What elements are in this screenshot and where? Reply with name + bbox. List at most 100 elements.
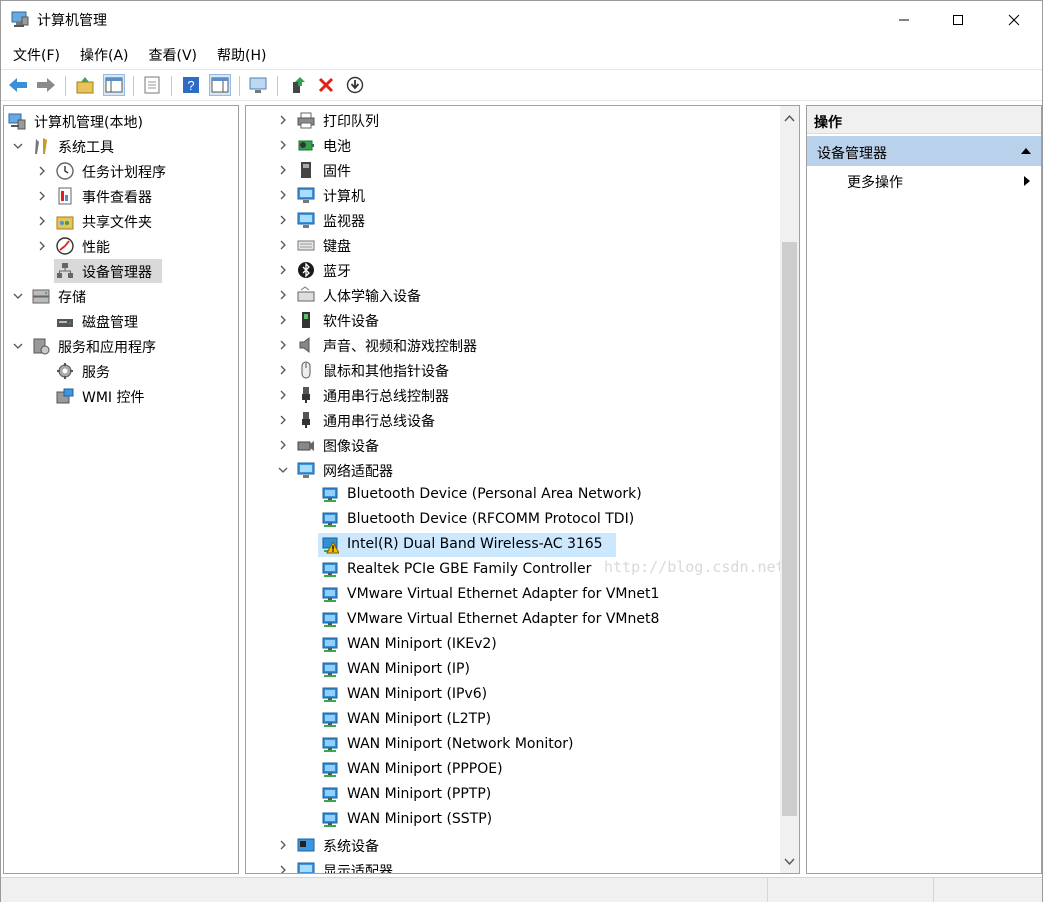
device-tree-item[interactable]: WAN Miniport (PPPOE) xyxy=(246,758,780,782)
device-tree-item[interactable]: 软件设备 xyxy=(246,308,780,332)
tree-expander-icon[interactable] xyxy=(277,464,289,476)
close-button[interactable] xyxy=(986,1,1042,39)
device-tree-item[interactable]: 系统设备 xyxy=(246,833,780,857)
scrollbar-thumb[interactable] xyxy=(782,242,797,816)
tree-expander-icon[interactable] xyxy=(277,239,289,251)
tree-expander-icon[interactable] xyxy=(277,414,289,426)
device-tree-item[interactable]: VMware Virtual Ethernet Adapter for VMne… xyxy=(246,583,780,607)
minimize-button[interactable] xyxy=(876,1,932,39)
tree-expander-icon[interactable] xyxy=(277,114,289,126)
disable-device-button[interactable] xyxy=(344,74,366,96)
tree-expander-icon[interactable] xyxy=(277,439,289,451)
tree-expander-icon[interactable] xyxy=(277,189,289,201)
tree-expander-icon[interactable] xyxy=(277,339,289,351)
tree-expander-icon[interactable] xyxy=(277,289,289,301)
tree-item[interactable]: 事件查看器 xyxy=(4,184,238,208)
device-tree-item[interactable]: Intel(R) Dual Band Wireless-AC 3165 xyxy=(246,533,780,557)
scroll-down-icon[interactable] xyxy=(784,858,795,866)
wmi-icon xyxy=(56,388,74,404)
actions-section-label: 设备管理器 xyxy=(817,146,887,162)
maximize-button[interactable] xyxy=(930,1,986,39)
tree-expander-icon[interactable] xyxy=(277,164,289,176)
watermark: http://blog.csdn.net/chenlu5201314 xyxy=(604,558,799,576)
device-tree-item[interactable]: Bluetooth Device (RFCOMM Protocol TDI) xyxy=(246,508,780,532)
tree-expander-icon[interactable] xyxy=(277,864,289,874)
tree-item-label: WMI 控件 xyxy=(82,390,145,406)
tree-expander-icon[interactable] xyxy=(277,314,289,326)
scroll-up-icon[interactable] xyxy=(784,114,795,122)
device-tree-item[interactable]: VMware Virtual Ethernet Adapter for VMne… xyxy=(246,608,780,632)
forward-button[interactable] xyxy=(35,74,57,96)
network-adapter-icon xyxy=(322,612,338,627)
tree-expander-icon[interactable] xyxy=(12,140,24,152)
tree-item[interactable]: WMI 控件 xyxy=(4,384,238,408)
tree-expander-icon[interactable] xyxy=(277,839,289,851)
device-label: 鼠标和其他指针设备 xyxy=(323,364,449,380)
device-tree-item[interactable]: 人体学输入设备 xyxy=(246,283,780,307)
device-tree-item[interactable]: WAN Miniport (Network Monitor) xyxy=(246,733,780,757)
tree-item[interactable]: 服务和应用程序 xyxy=(4,334,238,358)
tree-expander-icon[interactable] xyxy=(277,389,289,401)
device-tree-item[interactable]: Bluetooth Device (Personal Area Network) xyxy=(246,483,780,507)
uninstall-device-button[interactable] xyxy=(315,74,337,96)
device-label: 人体学输入设备 xyxy=(323,289,421,305)
tree-expander-icon[interactable] xyxy=(12,340,24,352)
device-tree-item[interactable]: WAN Miniport (PPTP) xyxy=(246,783,780,807)
tree-expander-icon[interactable] xyxy=(277,139,289,151)
device-tree-item[interactable]: 计算机 xyxy=(246,183,780,207)
tree-expander-icon[interactable] xyxy=(36,240,48,252)
menu-action[interactable]: 操作(A) xyxy=(80,41,129,67)
forward-arrow-icon xyxy=(37,78,55,92)
device-tree-item[interactable]: 通用串行总线设备 xyxy=(246,408,780,432)
more-actions-item[interactable]: 更多操作 xyxy=(847,172,903,192)
device-tree-item[interactable]: 蓝牙 xyxy=(246,258,780,282)
tree-item[interactable]: 设备管理器 xyxy=(4,259,238,283)
tree-expander-icon[interactable] xyxy=(277,264,289,276)
device-tree-item[interactable]: WAN Miniport (L2TP) xyxy=(246,708,780,732)
show-hide-tree-button[interactable] xyxy=(103,74,125,96)
tree-item[interactable]: 磁盘管理 xyxy=(4,309,238,333)
menu-file[interactable]: 文件(F) xyxy=(13,41,60,67)
tree-expander-icon[interactable] xyxy=(12,290,24,302)
device-tree-item[interactable]: 网络适配器 xyxy=(246,458,780,482)
device-tree-item[interactable]: 声音、视频和游戏控制器 xyxy=(246,333,780,357)
device-tree-item[interactable]: 固件 xyxy=(246,158,780,182)
tree-item[interactable]: 共享文件夹 xyxy=(4,209,238,233)
device-tree-item[interactable]: WAN Miniport (IP) xyxy=(246,658,780,682)
device-tree-item[interactable]: 监视器 xyxy=(246,208,780,232)
tree-item[interactable]: 存储 xyxy=(4,284,238,308)
tree-expander-icon[interactable] xyxy=(277,214,289,226)
device-tree-item[interactable]: WAN Miniport (IPv6) xyxy=(246,683,780,707)
menu-view[interactable]: 查看(V) xyxy=(149,41,198,67)
tree-expander-icon[interactable] xyxy=(277,364,289,376)
tree-item[interactable]: 性能 xyxy=(4,234,238,258)
help-button[interactable]: ? xyxy=(180,74,202,96)
tree-expander-icon[interactable] xyxy=(36,165,48,177)
tree-expander-icon[interactable] xyxy=(36,190,48,202)
device-label: 蓝牙 xyxy=(323,264,351,280)
device-tree-item[interactable]: 打印队列 xyxy=(246,108,780,132)
scan-hardware-button[interactable] xyxy=(247,74,269,96)
tree-item[interactable]: 服务 xyxy=(4,359,238,383)
update-driver-button[interactable] xyxy=(287,74,309,96)
tree-item[interactable]: 系统工具 xyxy=(4,134,238,158)
export-list-button[interactable] xyxy=(141,74,163,96)
device-tree-item[interactable]: 通用串行总线控制器 xyxy=(246,383,780,407)
device-tree-item[interactable]: 鼠标和其他指针设备 xyxy=(246,358,780,382)
tree-item-label: 存储 xyxy=(58,290,86,306)
vertical-scrollbar[interactable] xyxy=(780,106,799,873)
menu-help[interactable]: 帮助(H) xyxy=(217,41,266,67)
up-level-button[interactable] xyxy=(74,74,96,96)
device-tree-item[interactable]: WAN Miniport (IKEv2) xyxy=(246,633,780,657)
device-tree-item[interactable]: 键盘 xyxy=(246,233,780,257)
device-tree-item[interactable]: WAN Miniport (SSTP) xyxy=(246,808,780,832)
device-tree-item[interactable]: 电池 xyxy=(246,133,780,157)
tree-item[interactable]: 任务计划程序 xyxy=(4,159,238,183)
device-tree-item[interactable]: 图像设备 xyxy=(246,433,780,457)
device-tree-item[interactable]: 显示适配器 xyxy=(246,858,780,874)
actions-section-device-manager[interactable]: 设备管理器 xyxy=(807,136,1041,166)
back-button[interactable] xyxy=(7,74,29,96)
tree-item[interactable]: 计算机管理(本地) xyxy=(4,109,238,133)
tree-expander-icon[interactable] xyxy=(36,215,48,227)
show-action-pane-button[interactable] xyxy=(209,74,231,96)
